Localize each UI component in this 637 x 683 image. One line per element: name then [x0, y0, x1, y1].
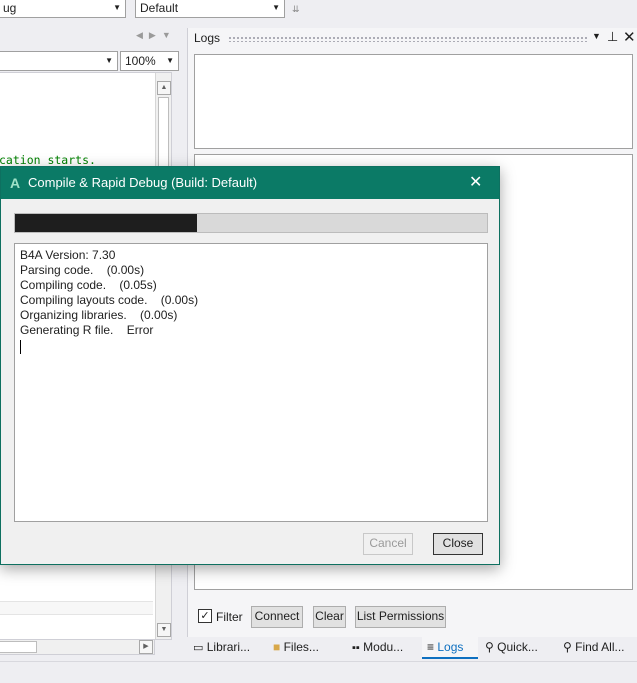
filter-label[interactable]: Filter — [216, 610, 243, 624]
filter-checkbox[interactable]: ✓ — [198, 609, 212, 623]
folder-icon: ■ — [273, 640, 281, 654]
tab-label: Quick... — [497, 640, 538, 654]
code-line: cation starts. — [0, 153, 96, 167]
tab-logs[interactable]: ≡ Logs — [422, 637, 478, 659]
tab-libraries[interactable]: ▭ Librari... — [193, 637, 263, 658]
scroll-right-icon[interactable]: ▶ — [139, 640, 153, 654]
logs-panel-title: Logs — [194, 31, 221, 45]
lines-icon: ≡ — [427, 640, 435, 654]
cancel-button[interactable]: Cancel — [363, 533, 413, 555]
clear-button[interactable]: Clear — [313, 606, 346, 628]
tab-quick-search[interactable]: ⚲ Quick... — [485, 637, 549, 657]
app-logo: A — [10, 175, 21, 191]
progress-fill — [15, 214, 197, 232]
compile-output[interactable]: B4A Version: 7.30 Parsing code. (0.00s) Co… — [14, 243, 488, 522]
output-line: Organizing libraries. (0.00s) — [20, 308, 178, 322]
editor-horizontal-scrollbar[interactable]: ▶ — [0, 639, 155, 655]
close-icon[interactable]: ✕ — [469, 167, 482, 199]
hscroll-thumb[interactable] — [0, 641, 37, 653]
book-icon: ▭ — [193, 642, 204, 654]
tab-files[interactable]: ■ Files... — [273, 637, 331, 657]
build-target-value: Default — [140, 1, 179, 15]
build-config-combo[interactable]: ug ▼ — [0, 0, 126, 18]
close-icon[interactable]: ✕ — [623, 28, 636, 46]
compile-dialog: A Compile & Rapid Debug (Build: Default)… — [0, 166, 500, 565]
compile-progress-bar — [14, 213, 488, 233]
output-line: Parsing code. (0.00s) — [20, 263, 145, 277]
editor-module-combo[interactable]: ▼ — [0, 51, 118, 71]
connect-button[interactable]: Connect — [251, 606, 303, 628]
search-icon: ⚲ — [485, 640, 494, 654]
toolbar-overflow-icon[interactable]: ⇊ — [292, 4, 300, 15]
dialog-title-bar[interactable]: A Compile & Rapid Debug (Build: Default)… — [1, 167, 499, 199]
output-line: Compiling code. (0.05s) — [20, 278, 157, 292]
tab-find-all[interactable]: ⚲ Find All... — [563, 637, 637, 657]
bottom-tab-strip: ▭ Librari... ■ Files... ▪▪ Modu... ≡ Log… — [187, 637, 637, 659]
editor-tab-nav: ◀▶▼ — [136, 30, 180, 41]
dialog-title: Compile & Rapid Debug (Build: Default) — [28, 175, 258, 190]
close-button[interactable]: Close — [433, 533, 483, 555]
scroll-down-icon[interactable]: ▼ — [157, 623, 171, 637]
zoom-value: 100% — [125, 54, 156, 68]
text-caret — [20, 340, 21, 354]
scroll-right-icon[interactable]: ▶ — [149, 30, 162, 40]
output-line: Generating R file. Error — [20, 323, 154, 337]
pin-icon[interactable]: ⊥ — [607, 29, 618, 45]
log-filter-box[interactable] — [194, 54, 633, 149]
build-config-value: ug — [3, 1, 17, 15]
output-line: B4A Version: 7.30 — [20, 248, 116, 262]
scroll-up-icon[interactable]: ▲ — [157, 81, 171, 95]
chevron-down-icon: ▼ — [113, 3, 121, 12]
dropdown-icon[interactable]: ▼ — [162, 30, 177, 40]
status-bar — [0, 661, 637, 683]
scroll-thumb[interactable] — [158, 97, 169, 167]
panel-menu-icon[interactable]: ▼ — [592, 31, 601, 41]
scroll-left-icon[interactable]: ◀ — [136, 30, 149, 40]
zoom-combo[interactable]: 100% ▼ — [120, 51, 179, 71]
find-all-icon: ⚲ — [563, 640, 572, 654]
tab-label: Modu... — [363, 640, 404, 654]
tab-label: Files... — [283, 640, 319, 654]
editor-gutter-line — [0, 601, 153, 615]
tab-modules[interactable]: ▪▪ Modu... — [352, 637, 414, 658]
panel-grip[interactable] — [228, 36, 588, 42]
output-line: Compiling layouts code. (0.00s) — [20, 293, 199, 307]
modules-icon: ▪▪ — [352, 642, 360, 654]
chevron-down-icon: ▼ — [272, 3, 280, 12]
tab-label: Find All... — [575, 640, 625, 654]
tab-label: Librari... — [206, 640, 251, 654]
build-target-combo[interactable]: Default ▼ — [135, 0, 285, 18]
list-permissions-button[interactable]: List Permissions — [355, 606, 446, 628]
chevron-down-icon: ▼ — [105, 56, 113, 65]
chevron-down-icon: ▼ — [166, 56, 174, 65]
tab-label: Logs — [437, 640, 464, 654]
